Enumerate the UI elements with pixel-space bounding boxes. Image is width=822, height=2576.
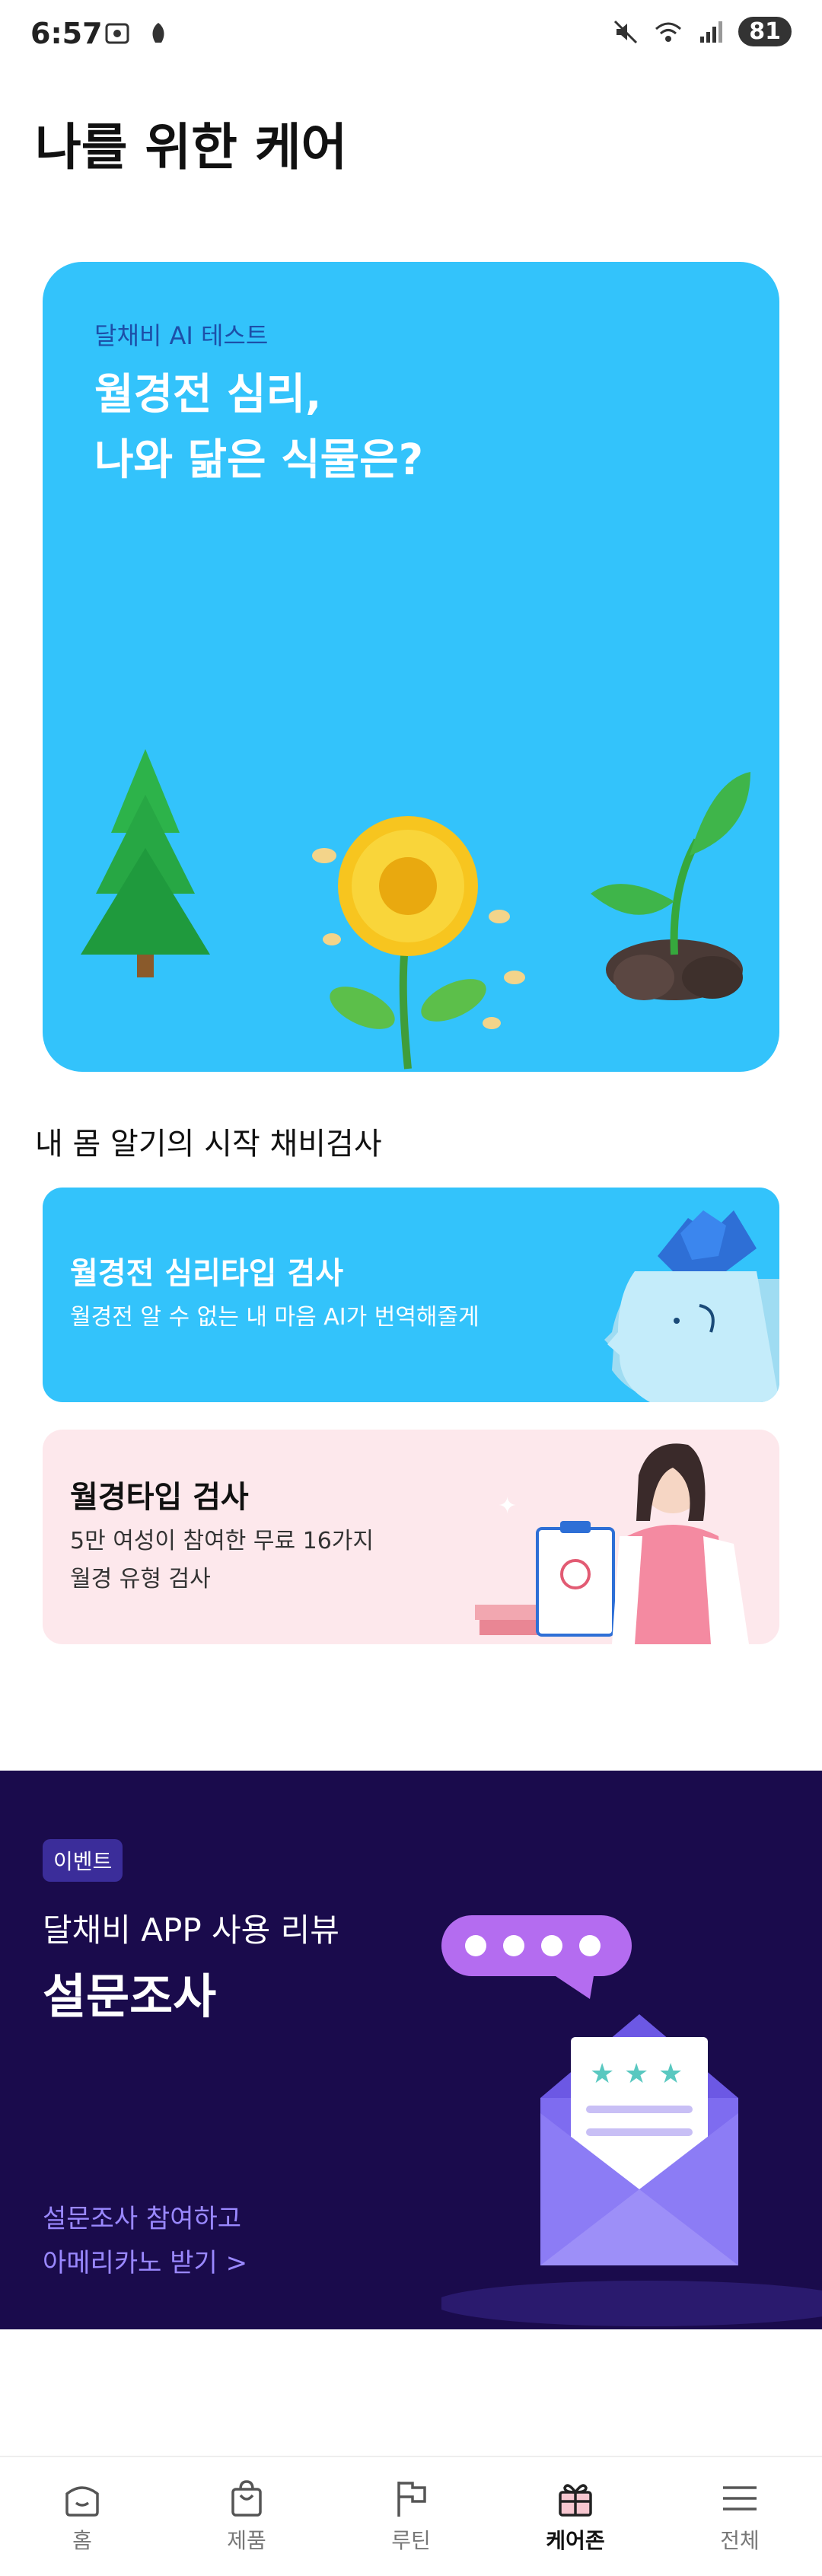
ai-test-hero-card[interactable]: 달채비 AI 테스트 월경전 심리, 나와 닮은 식물은? [43, 262, 779, 1072]
nav-item-home[interactable]: 홈 [0, 2457, 164, 2576]
card-desc: 5만 여성이 참여한 무료 16가지 월경 유형 검사 [70, 1522, 374, 1599]
card-desc-line1: 5만 여성이 참여한 무료 16가지 [70, 1528, 374, 1554]
status-time: 6:57 [30, 17, 103, 50]
signal-icon [700, 21, 723, 43]
nav-label: 루틴 [391, 2528, 431, 2553]
hero-title-line2: 나와 닮은 식물은? [94, 435, 424, 485]
shopping-bag-icon [231, 2480, 262, 2517]
pine-tree-icon [81, 749, 210, 977]
envelope-illustration: ★ ★ ★ [441, 1915, 822, 2326]
nav-label: 제품 [227, 2528, 266, 2553]
event-cta-link[interactable]: 설문조사 참여하고 아메리카노 받기 > [43, 2197, 247, 2285]
nav-item-products[interactable]: 제품 [164, 2457, 329, 2576]
svg-text:★: ★ [624, 2058, 648, 2090]
period-type-test-card[interactable]: 월경타입 검사 5만 여성이 참여한 무료 16가지 월경 유형 검사 ✦ [43, 1430, 779, 1644]
nav-item-carezone[interactable]: 케어존 [493, 2457, 658, 2576]
nav-label: 케어존 [546, 2528, 605, 2553]
hero-tag: 달채비 AI 테스트 [94, 321, 269, 350]
sunflower-icon [312, 816, 525, 1070]
nav-label: 홈 [72, 2528, 92, 2553]
plants-illustration [81, 749, 750, 1070]
svg-text:✦: ✦ [498, 1493, 517, 1519]
event-title: 설문조사 [43, 1969, 217, 2024]
screen-capture-icon [105, 23, 129, 44]
flag-icon [397, 2482, 426, 2517]
card-title: 월경타입 검사 [70, 1480, 249, 1515]
home-icon [65, 2486, 99, 2517]
hero-title-line1: 월경전 심리, [94, 370, 322, 419]
card-desc: 월경전 알 수 없는 내 마음 AI가 번역해줄게 [70, 1304, 480, 1331]
battery-indicator: 81 [738, 17, 792, 46]
wifi-icon [655, 22, 682, 42]
doctor-illustration: ✦ [475, 1443, 749, 1644]
nav-item-all[interactable]: 전체 [658, 2457, 822, 2576]
head-puzzle-illustration [604, 1210, 779, 1402]
event-badge: 이벤트 [43, 1839, 123, 1882]
event-cta-line1: 설문조사 참여하고 [43, 2204, 242, 2234]
gift-icon [559, 2484, 592, 2517]
bottom-navigation: 홈 제품 루틴 케어존 전체 [0, 2456, 822, 2576]
event-cta-line2: 아메리카노 받기 > [43, 2248, 248, 2278]
nav-item-routine[interactable]: 루틴 [329, 2457, 493, 2576]
menu-icon [723, 2486, 757, 2511]
svg-text:★: ★ [590, 2058, 614, 2090]
section-title: 내 몸 알기의 시작 채비검사 [35, 1127, 382, 1162]
survey-event-banner[interactable]: 이벤트 달채비 APP 사용 리뷰 설문조사 설문조사 참여하고 아메리카노 받… [0, 1771, 822, 2329]
mute-icon [614, 20, 638, 43]
nav-label: 전체 [720, 2528, 760, 2553]
card-title: 월경전 심리타입 검사 [70, 1256, 344, 1291]
page-title: 나를 위한 케어 [35, 118, 348, 177]
svg-text:★: ★ [658, 2058, 683, 2090]
notification-app-icon [152, 23, 164, 43]
event-subtitle: 달채비 APP 사용 리뷰 [43, 1911, 339, 1949]
card-desc-line2: 월경 유형 검사 [70, 1566, 211, 1592]
psych-type-test-card[interactable]: 월경전 심리타입 검사 월경전 알 수 없는 내 마음 AI가 번역해줄게 [43, 1188, 779, 1402]
status-bar: 6:57 81 [0, 0, 822, 73]
hero-title: 월경전 심리, 나와 닮은 식물은? [94, 362, 423, 493]
sprout-icon [591, 772, 750, 1000]
